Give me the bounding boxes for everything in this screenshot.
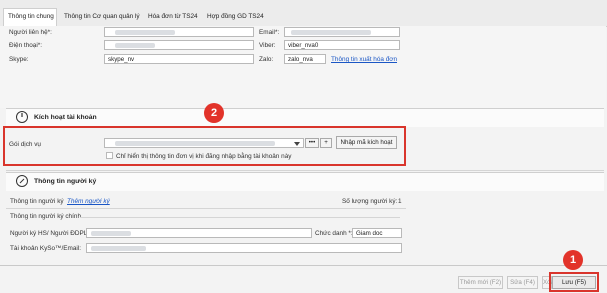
signer-section-header: Thông tin người ký: [6, 172, 604, 191]
show-unit-info-label: Chỉ hiển thị thông tin đơn vị khi đăng n…: [116, 153, 292, 160]
add-signer-link[interactable]: Thêm người ký: [67, 198, 110, 205]
chuc-danh-label: Chức danh *:: [315, 230, 353, 237]
nguoi-ky-label: Người ký HS/ Người ĐDPL*:: [10, 230, 92, 237]
skype-label: Skype:: [9, 56, 29, 63]
annotation-box-1: [549, 272, 599, 292]
goi-dich-vu-select[interactable]: [104, 138, 304, 148]
annotation-badge-1: 1: [563, 250, 583, 270]
signer-count-label: Số lượng người ký:: [342, 198, 398, 205]
kyso-label: Tài khoản KySo™/Email:: [10, 245, 82, 252]
tab-co-quan-quan-ly[interactable]: Thông tin Cơ quan quản lý: [60, 9, 144, 25]
chuc-danh-field[interactable]: Giam doc: [352, 228, 402, 238]
email-field[interactable]: [284, 27, 400, 37]
zalo-label: Zalo:: [259, 56, 274, 63]
show-unit-info-checkbox[interactable]: [106, 152, 113, 159]
viber-label: Viber:: [259, 42, 276, 49]
nguoi-ky-field[interactable]: [86, 228, 312, 238]
add-new-button[interactable]: Thêm mới (F2): [458, 276, 503, 289]
tab-hoa-don-ts24[interactable]: Hóa đơn từ TS24: [144, 9, 202, 25]
main-signer-divider: [80, 217, 400, 218]
main-signer-label: Thông tin người ký chính: [10, 213, 81, 220]
edit-button[interactable]: Sửa (F4): [507, 276, 538, 289]
power-icon: [16, 111, 28, 123]
viber-field[interactable]: viber_nva0: [284, 40, 400, 50]
signer-icon: [16, 175, 28, 187]
goi-dich-vu-label: Gói dịch vụ: [9, 141, 41, 148]
section-divider: [6, 170, 604, 171]
activation-section-header: Kích hoạt tài khoản: [6, 108, 604, 127]
skype-field[interactable]: skype_nv: [104, 54, 254, 64]
chevron-down-icon: [294, 142, 300, 146]
more-button[interactable]: •••: [305, 138, 319, 148]
kyso-field[interactable]: [86, 243, 402, 253]
enter-activation-code-button[interactable]: Nhập mã kích hoạt: [336, 136, 397, 149]
dien-thoai-field[interactable]: [104, 40, 254, 50]
signer-sub-label: Thông tin người ký: [10, 198, 64, 205]
activation-title: Kích hoạt tài khoản: [34, 114, 97, 121]
signer-count-value: 1: [398, 198, 402, 205]
nguoi-lien-he-field[interactable]: [104, 27, 254, 37]
signer-divider: [6, 208, 406, 209]
signer-title: Thông tin người ký: [34, 178, 97, 185]
tab-hop-dong-ts24[interactable]: Hợp đồng GD TS24: [203, 9, 268, 25]
contact-panel: Người liên hệ*: Email*: Điện thoại*: Vib…: [0, 26, 606, 108]
nguoi-lien-he-label: Người liên hệ*:: [9, 29, 52, 36]
invoice-info-link[interactable]: Thông tin xuất hóa đơn: [331, 56, 397, 63]
zalo-field[interactable]: zalo_nva: [284, 54, 326, 64]
tab-bar: Thông tin chung Thông tin Cơ quan quản l…: [0, 0, 607, 27]
footer-divider: [0, 265, 607, 266]
dien-thoai-label: Điện thoại*:: [9, 42, 43, 49]
annotation-badge-2: 2: [204, 103, 224, 123]
add-service-button[interactable]: +: [320, 138, 332, 148]
email-label: Email*:: [259, 29, 280, 36]
tab-thong-tin-chung[interactable]: Thông tin chung: [3, 8, 57, 27]
